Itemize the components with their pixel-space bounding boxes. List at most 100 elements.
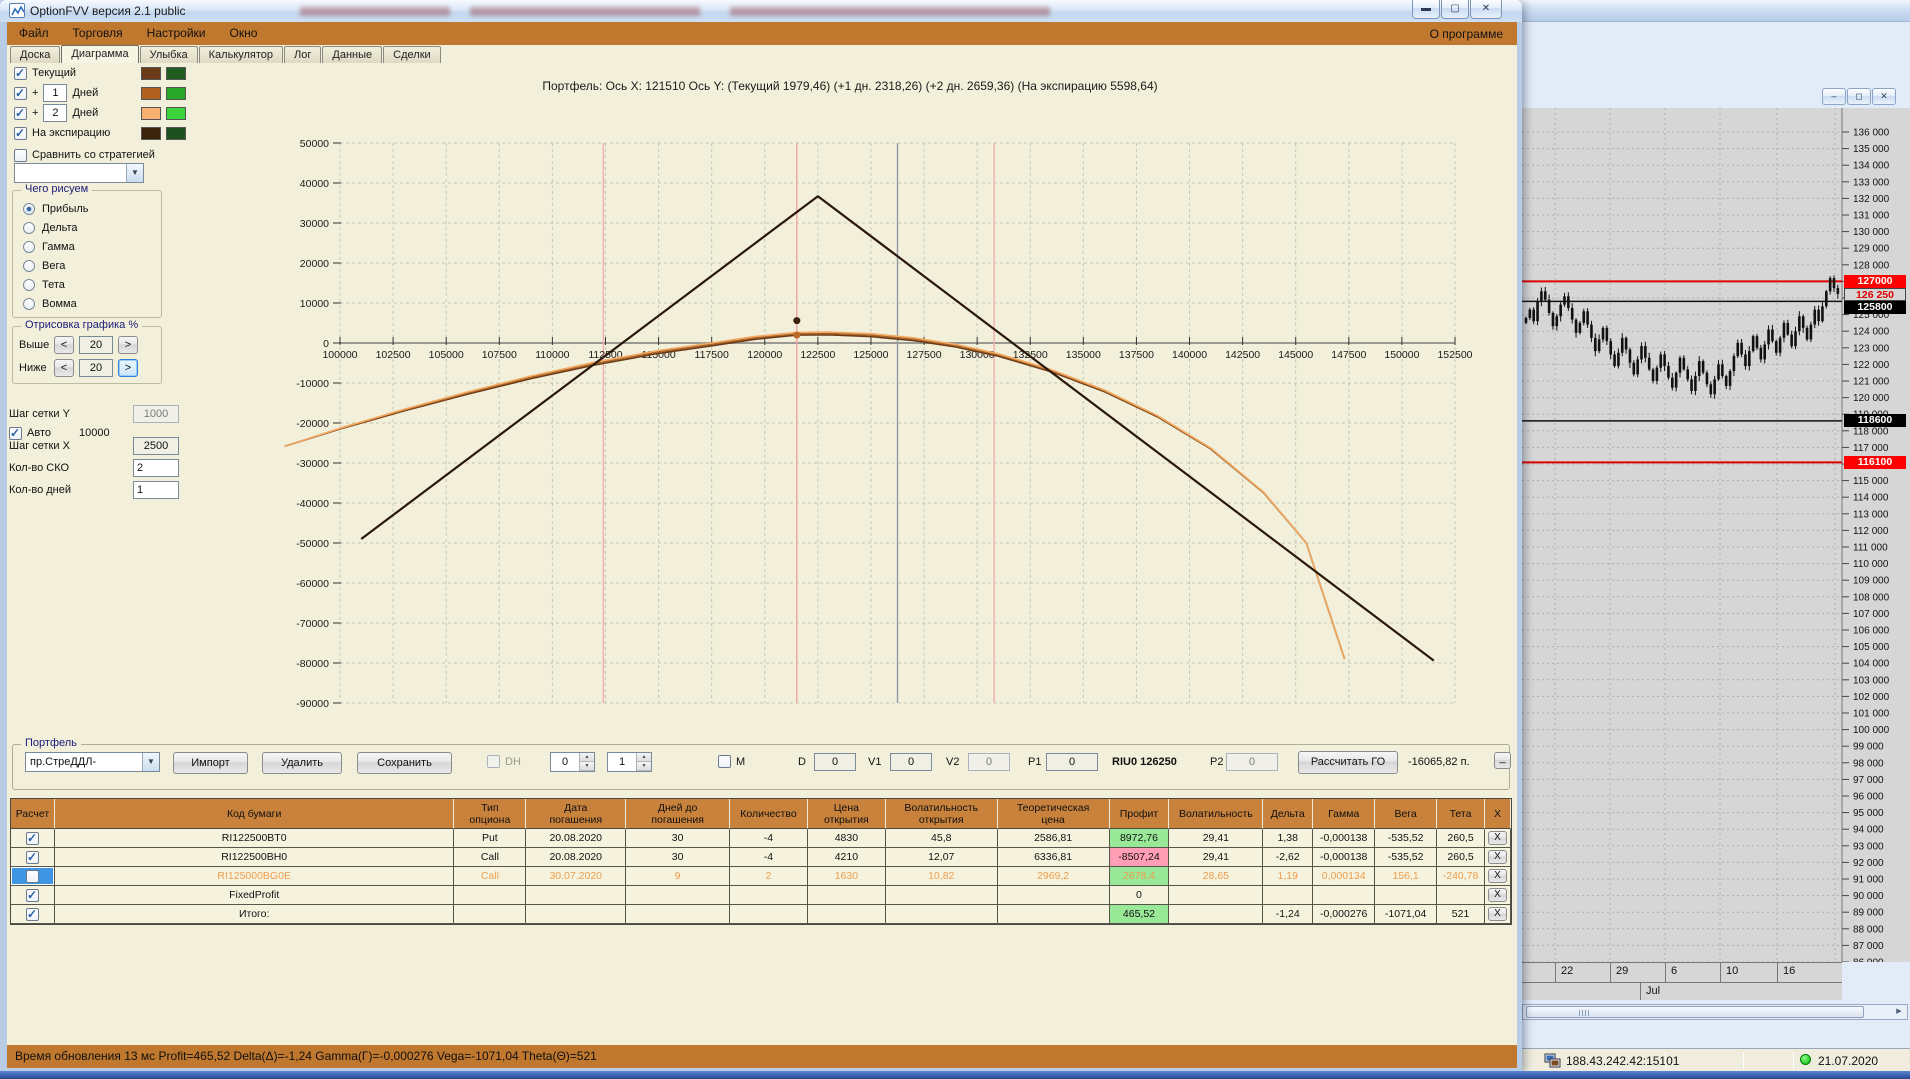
cell: -4 [730, 848, 808, 867]
radio-icon[interactable] [23, 297, 35, 310]
minimize-button[interactable]: ▬ [1412, 0, 1440, 19]
draw-option-Дельта[interactable]: Дельта [13, 218, 161, 237]
cell: 4830 [807, 829, 886, 848]
layer-color-swatch-1[interactable] [141, 106, 161, 120]
draw-option-Гамма[interactable]: Гамма [13, 237, 161, 256]
chevron-down-icon[interactable]: ▼ [142, 753, 159, 771]
layer-days-input[interactable]: 2 [43, 104, 68, 122]
layer-color-swatch-2[interactable] [166, 86, 186, 100]
layer-color-swatch-2[interactable] [166, 66, 186, 80]
svg-text:135 000: 135 000 [1853, 144, 1890, 155]
compare-strategy-checkbox[interactable] [14, 148, 27, 162]
close-button[interactable]: ✕ [1470, 0, 1502, 19]
save-button[interactable]: Сохранить [357, 752, 452, 774]
layer-days-input[interactable]: 1 [43, 84, 68, 102]
radio-icon[interactable] [23, 221, 35, 234]
remove-row-button[interactable]: X [1488, 888, 1507, 902]
radio-icon[interactable] [23, 278, 35, 291]
above-value[interactable]: 20 [79, 336, 113, 354]
chevron-down-icon[interactable]: ▼ [126, 164, 143, 182]
layer-color-swatch-2[interactable] [166, 126, 186, 140]
m-checkbox[interactable] [718, 755, 731, 768]
tab-Лог[interactable]: Лог [284, 46, 322, 63]
layer-color-swatch-1[interactable] [141, 86, 161, 100]
dh-spinner-2[interactable]: 1 ▲ ▼ [607, 752, 652, 772]
menu-item-about[interactable]: О программе [1416, 27, 1517, 41]
remove-row-button[interactable]: X [1488, 869, 1507, 883]
v2-input[interactable]: 0 [968, 753, 1010, 771]
tab-Сделки[interactable]: Сделки [383, 46, 441, 63]
import-button[interactable]: Импорт [173, 752, 248, 774]
collapse-panel-button[interactable]: _ [1494, 752, 1511, 769]
draw-option-Вега[interactable]: Вега [13, 256, 161, 275]
layer-checkbox[interactable] [14, 106, 27, 120]
restore-child-button[interactable]: ◻ [1847, 88, 1871, 105]
time-axis-month[interactable]: Jul [1522, 982, 1842, 1000]
dh-spinner-1[interactable]: 0 ▲ ▼ [550, 752, 595, 772]
tab-Диаграмма[interactable]: Диаграмма [61, 45, 139, 63]
row-calc-checkbox[interactable] [25, 888, 39, 902]
horizontal-scrollbar[interactable]: ▶ [1522, 1004, 1908, 1020]
draw-option-Тета[interactable]: Тета [13, 275, 161, 294]
draw-option-Вомма[interactable]: Вомма [13, 294, 161, 313]
maximize-button[interactable]: ▢ [1441, 0, 1469, 19]
remove-row-button[interactable]: X [1488, 831, 1507, 845]
menu-item-Торговля[interactable]: Торговля [61, 22, 135, 45]
x-cell: X [1485, 867, 1511, 886]
svg-text:115 000: 115 000 [1853, 476, 1889, 487]
layer-row-3: На экспирацию [14, 123, 186, 143]
row-calc-checkbox[interactable] [25, 850, 39, 864]
v1-input[interactable]: 0 [890, 753, 932, 771]
menu-item-Настройки[interactable]: Настройки [135, 22, 218, 45]
grid-step-x-input[interactable]: 2500 [133, 437, 179, 455]
strategy-select[interactable]: ▼ [14, 163, 144, 183]
radio-icon[interactable] [23, 202, 35, 215]
close-child-button[interactable]: ✕ [1872, 88, 1896, 105]
layer-checkbox[interactable] [14, 86, 27, 100]
menu-item-Окно[interactable]: Окно [218, 22, 270, 45]
scrollbar-right-arrow[interactable]: ▶ [1892, 1006, 1906, 1018]
below-value[interactable]: 20 [79, 359, 113, 377]
remove-row-button[interactable]: X [1488, 907, 1507, 921]
candlestick-chart: 136 000 135 000 134 000 133 000 132 000 131 0… [1522, 108, 1910, 962]
minimize-child-button[interactable]: – [1822, 88, 1846, 105]
draw-option-Прибыль[interactable]: Прибыль [13, 199, 161, 218]
p1-input[interactable]: 0 [1046, 753, 1098, 771]
d-input[interactable]: 0 [814, 753, 856, 771]
grid-step-y-input[interactable]: 1000 [133, 405, 179, 423]
menu-item-Файл[interactable]: Файл [7, 22, 61, 45]
taskbar-strip[interactable] [0, 1071, 1910, 1079]
tab-Улыбка[interactable]: Улыбка [139, 46, 198, 63]
column-header: Волатильность [1169, 799, 1264, 829]
scrollbar-thumb[interactable] [1526, 1006, 1864, 1018]
remove-row-button[interactable]: X [1488, 850, 1507, 864]
row-calc-checkbox[interactable] [25, 907, 39, 921]
layer-color-swatch-1[interactable] [141, 66, 161, 80]
radio-icon[interactable] [23, 259, 35, 272]
above-increase-button[interactable]: > [118, 336, 138, 354]
below-increase-button[interactable]: > [118, 359, 138, 377]
radio-icon[interactable] [23, 240, 35, 253]
app-titlebar[interactable]: OptionFVV версия 2.1 public ▬ ▢ ✕ [0, 0, 1522, 22]
row-calc-checkbox[interactable] [25, 869, 39, 883]
sko-count-input[interactable]: 2 [133, 459, 179, 477]
below-decrease-button[interactable]: < [54, 359, 74, 377]
layer-checkbox[interactable] [14, 126, 27, 140]
p2-input[interactable]: 0 [1226, 753, 1278, 771]
above-decrease-button[interactable]: < [54, 336, 74, 354]
row-calc-checkbox[interactable] [25, 831, 39, 845]
portfolio-preset-select[interactable]: пр.СтреДДЛ- ▼ [25, 752, 160, 772]
layer-color-swatch-2[interactable] [166, 106, 186, 120]
svg-text:-40000: -40000 [296, 498, 329, 510]
time-axis[interactable]: 22 29 6 10 16 [1522, 962, 1842, 982]
price-marker-label: 116100 [1844, 456, 1906, 469]
tab-Калькулятор[interactable]: Калькулятор [198, 46, 284, 63]
dh-checkbox[interactable] [487, 755, 500, 768]
tab-Доска[interactable]: Доска [10, 46, 61, 63]
days-count-input[interactable]: 1 [133, 481, 179, 499]
layer-checkbox[interactable] [14, 66, 27, 80]
calculate-go-button[interactable]: Рассчитать ГО [1298, 751, 1398, 774]
delete-button[interactable]: Удалить [262, 752, 342, 774]
layer-color-swatch-1[interactable] [141, 126, 161, 140]
tab-Данные[interactable]: Данные [322, 46, 383, 63]
